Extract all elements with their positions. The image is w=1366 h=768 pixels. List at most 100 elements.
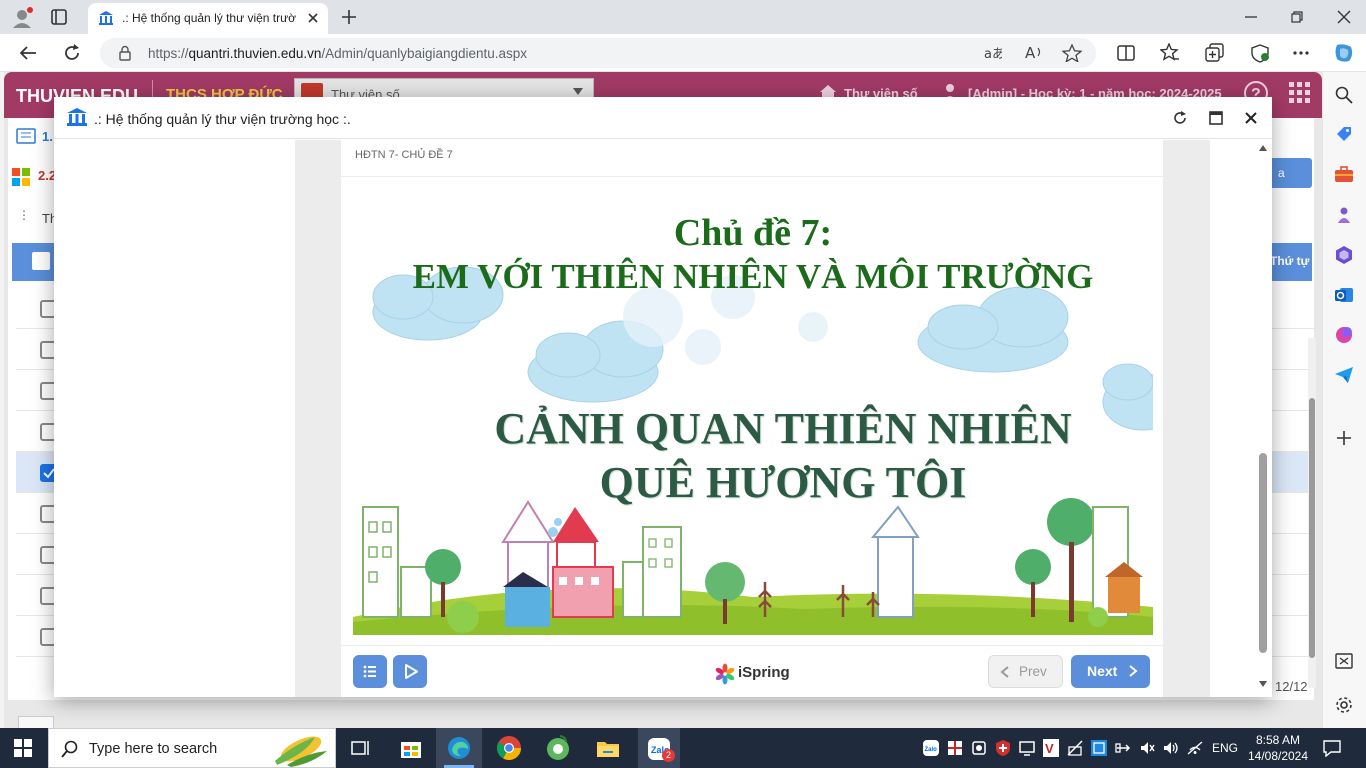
vietkey-tray-icon[interactable]: V: [1042, 738, 1060, 758]
close-window-icon[interactable]: [1337, 10, 1351, 24]
read-aloud-icon[interactable]: A: [1025, 44, 1045, 62]
task-view-icon[interactable]: [347, 734, 375, 762]
reload-icon[interactable]: [62, 43, 82, 63]
lock-icon[interactable]: [118, 45, 132, 61]
settings-more-icon[interactable]: [1292, 44, 1310, 62]
scroll-up-icon[interactable]: [1258, 144, 1268, 152]
list-icon: [363, 665, 376, 678]
back-arrow-icon[interactable]: [18, 44, 38, 62]
tab-actions-icon[interactable]: [50, 8, 68, 26]
next-button[interactable]: Next: [1071, 655, 1150, 688]
filter-grip-icon: ⋮: [18, 208, 30, 222]
display-tray-icon[interactable]: [1018, 739, 1036, 757]
slide-canvas: Chủ đề 7: EM VỚI THIÊN NHIÊN VÀ MÔI TRƯỜ…: [353, 177, 1153, 635]
prev-label: Prev: [1019, 664, 1047, 679]
modal-title: .: Hệ thống quản lý thư viện trường học …: [94, 111, 351, 127]
favorites-icon[interactable]: [1160, 43, 1180, 63]
outlook-icon[interactable]: [1334, 285, 1354, 305]
svg-text:V: V: [1045, 741, 1054, 756]
translate-icon[interactable]: aあ: [984, 45, 1002, 61]
usb-tray-icon[interactable]: [1114, 739, 1132, 757]
modal-left-area: [54, 140, 295, 697]
input-language[interactable]: ENG: [1212, 741, 1238, 755]
browser-tab-active[interactable]: .: Hệ thống quản lý thư viện trườ: [88, 3, 328, 34]
scroll-down-icon[interactable]: [1258, 680, 1268, 688]
close-tab-icon[interactable]: [306, 11, 320, 25]
search-placeholder: Type here to search: [89, 741, 218, 757]
shopping-tag-icon[interactable]: [1335, 125, 1353, 143]
games-icon[interactable]: [1334, 205, 1354, 225]
split-screen-icon[interactable]: [1117, 44, 1135, 62]
clock-date[interactable]: 14/08/2024: [1244, 749, 1312, 763]
address-bar[interactable]: https://quantri.thuvien.edu.vn/Admin/qua…: [100, 38, 1096, 68]
library-favicon-icon: [98, 10, 114, 26]
mute-tray-icon[interactable]: [1138, 739, 1156, 757]
ispring-logo: iSpring: [714, 663, 790, 685]
volume-tray-icon[interactable]: [1162, 739, 1180, 757]
url-text[interactable]: https://quantri.thuvien.edu.vn/Admin/qua…: [148, 46, 527, 61]
taskbar-search[interactable]: Type here to search: [48, 728, 336, 768]
player-controls: iSpring Prev Next: [341, 645, 1163, 697]
copilot-icon[interactable]: [1332, 41, 1356, 65]
zalo-taskbar-button[interactable]: Zalo 2: [638, 728, 680, 768]
chevron-left-icon: [1000, 666, 1009, 678]
new-tab-icon[interactable]: [340, 8, 358, 26]
chevron-down-icon: [573, 88, 583, 96]
chevron-right-icon: [1129, 665, 1138, 677]
browser-essentials-icon[interactable]: [1249, 43, 1271, 63]
minimize-icon[interactable]: [1244, 10, 1258, 24]
clock-time[interactable]: 8:58 AM: [1250, 733, 1306, 747]
copilot-app-icon[interactable]: [1334, 325, 1354, 345]
next-label: Next: [1087, 663, 1118, 679]
column-order-header[interactable]: Thứ tự: [1270, 254, 1309, 268]
telegram-send-icon[interactable]: [1334, 365, 1354, 385]
slide-title-line-1: Chủ đề 7:: [673, 212, 833, 254]
search-icon[interactable]: [1335, 86, 1353, 104]
edge-taskbar-button[interactable]: [436, 728, 482, 768]
windows-start-icon[interactable]: [14, 739, 32, 757]
microsoft-365-icon[interactable]: [1334, 245, 1354, 265]
favorite-star-icon[interactable]: [1062, 44, 1082, 62]
windows-menu-icon: [12, 168, 30, 186]
edge-browser-icon: [448, 737, 470, 759]
restore-icon[interactable]: [1290, 10, 1304, 24]
maximize-modal-icon[interactable]: [1209, 111, 1223, 125]
menu-item-1[interactable]: 1.: [42, 129, 53, 144]
slide-title-line-2: EM VỚI THIÊN NHIÊN VÀ MÔI TRƯỜNG: [412, 257, 1094, 296]
wifi-tray-icon[interactable]: [1186, 739, 1204, 757]
notification-icon[interactable]: [1322, 739, 1342, 757]
ispring-player: HĐTN 7- CHỦ ĐỀ 7 Chủ đề 7: EM VỚI THIÊN …: [341, 140, 1163, 697]
security-tray-icon[interactable]: [946, 739, 964, 757]
select-all-checkbox[interactable]: [32, 252, 50, 270]
zalo-tray-icon[interactable]: Zalo: [922, 739, 940, 757]
close-modal-icon[interactable]: [1244, 111, 1258, 125]
camera-tray-icon[interactable]: [970, 739, 988, 757]
reload-modal-icon[interactable]: [1173, 111, 1187, 125]
slide-heading-line-1: CẢNH QUAN THIÊN NHIÊN: [494, 404, 1072, 453]
file-explorer-icon[interactable]: [594, 734, 622, 762]
chrome-icon[interactable]: [495, 734, 523, 762]
microsoft-store-icon[interactable]: [397, 734, 425, 762]
add-sidebar-app-icon[interactable]: [1336, 430, 1352, 446]
play-button[interactable]: [393, 655, 427, 688]
collections-icon[interactable]: [1205, 43, 1225, 63]
modal-scrollbar-thumb[interactable]: [1259, 453, 1267, 653]
sidebar-settings-gear-icon[interactable]: [1335, 696, 1353, 714]
prev-button[interactable]: Prev: [988, 655, 1063, 688]
apps-grid-icon[interactable]: [1289, 82, 1311, 104]
slide-label: HĐTN 7- CHỦ ĐỀ 7: [355, 149, 453, 161]
outline-menu-button[interactable]: [353, 655, 387, 688]
modal-header: .: Hệ thống quản lý thư viện trường học …: [54, 97, 1272, 139]
url-host: quantri.thuvien.edu.vn: [188, 46, 322, 61]
coccoc-browser-icon[interactable]: [544, 734, 572, 762]
network-off-tray-icon[interactable]: [1066, 739, 1084, 757]
list-scrollbar[interactable]: [1308, 338, 1316, 688]
profile-icon[interactable]: [10, 6, 34, 30]
unikey-tray-icon[interactable]: [1090, 739, 1108, 757]
list-scrollbar-thumb[interactable]: [1309, 398, 1315, 658]
screenshot-icon[interactable]: [1335, 652, 1353, 670]
tools-icon[interactable]: [1334, 165, 1354, 183]
menu-icon-1: [16, 128, 36, 144]
shield-tray-icon[interactable]: [994, 739, 1012, 757]
search-icon: [61, 740, 79, 758]
